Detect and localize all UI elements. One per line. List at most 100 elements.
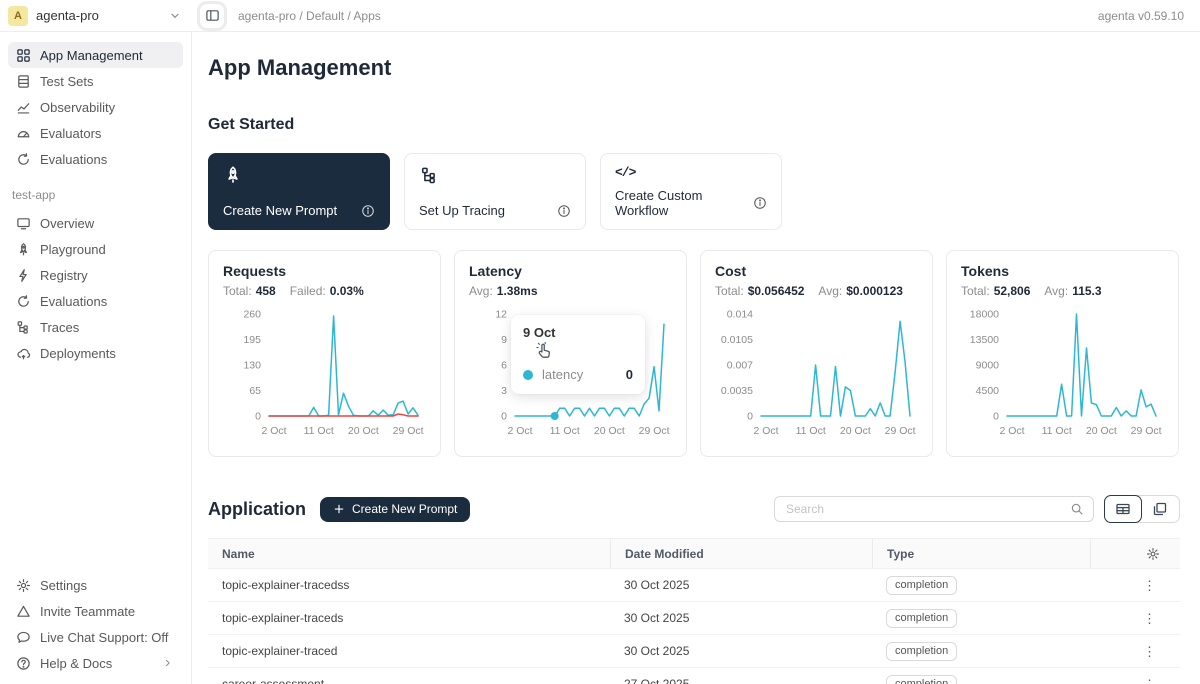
- svg-text:29 Oct: 29 Oct: [1131, 425, 1162, 437]
- sidebar-item-settings[interactable]: Settings: [8, 572, 183, 598]
- svg-text:29 Oct: 29 Oct: [885, 425, 916, 437]
- view-toggle: [1104, 495, 1180, 523]
- requests-chart-card: Requests Total:458 Failed:0.03% 26019513…: [208, 250, 441, 457]
- cost-line-chart[interactable]: 0.0140.01050.0070.003502 Oct11 Oct20 Oct…: [715, 304, 918, 446]
- table-view-icon: [1115, 501, 1131, 517]
- cycle-icon: [16, 152, 31, 167]
- sidebar-item-evaluators[interactable]: Evaluators: [8, 120, 183, 146]
- sidebar-item-live-chat-support[interactable]: Live Chat Support: Off: [8, 624, 183, 650]
- stat-failed: Failed:0.03%: [290, 284, 364, 298]
- sidebar-item-test-sets[interactable]: Test Sets: [8, 68, 183, 94]
- app-name[interactable]: topic-explainer-traceds: [208, 611, 610, 625]
- tokens-chart-card: Tokens Total:52,806 Avg:115.3 1800013500…: [946, 250, 1179, 457]
- sidebar-item-label: Evaluators: [40, 126, 101, 141]
- svg-text:2 Oct: 2 Oct: [261, 425, 286, 437]
- chart-tooltip: 9 Oct latency 0: [511, 315, 645, 394]
- sidebar-item-help-docs[interactable]: Help & Docs: [8, 650, 183, 676]
- column-header-date-modified[interactable]: Date Modified: [610, 539, 872, 568]
- application-title: Application: [208, 499, 306, 520]
- sidebar-item-label: Settings: [40, 578, 87, 593]
- create-custom-workflow-card[interactable]: </> Create Custom Workflow: [600, 153, 782, 230]
- tokens-line-chart[interactable]: 18000135009000450002 Oct11 Oct20 Oct29 O…: [961, 304, 1164, 446]
- info-icon[interactable]: [753, 196, 767, 210]
- svg-text:11 Oct: 11 Oct: [1042, 425, 1072, 437]
- tooltip-date: 9 Oct: [523, 325, 633, 340]
- svg-text:0: 0: [501, 411, 507, 423]
- svg-text:11 Oct: 11 Oct: [796, 425, 826, 437]
- sidebar-item-playground[interactable]: Playground: [8, 236, 183, 262]
- sidebar-item-observability[interactable]: Observability: [8, 94, 183, 120]
- svg-text:20 Oct: 20 Oct: [1086, 425, 1117, 437]
- sidebar-item-label: Registry: [40, 268, 88, 283]
- type-badge: completion: [886, 675, 957, 684]
- svg-text:20 Oct: 20 Oct: [594, 425, 625, 437]
- gear-icon[interactable]: [1146, 547, 1160, 561]
- get-started-title: Get Started: [208, 116, 1180, 134]
- tree-icon: [16, 320, 31, 335]
- column-header-name[interactable]: Name: [208, 547, 610, 561]
- sidebar-item-invite-teammate[interactable]: Invite Teammate: [8, 598, 183, 624]
- requests-line-chart[interactable]: 2601951306502 Oct11 Oct20 Oct29 Oct: [223, 304, 426, 446]
- chat-icon: [16, 630, 31, 645]
- workspace-switcher[interactable]: A agenta-pro: [0, 6, 192, 26]
- search-input[interactable]: [784, 501, 1070, 517]
- stat-total: Total:$0.056452: [715, 284, 804, 298]
- application-header: Application Create New Prompt: [208, 495, 1180, 523]
- app-date: 27 Oct 2025: [610, 677, 872, 684]
- sidebar-item-app-evaluations[interactable]: Evaluations: [8, 288, 183, 314]
- series-dot: [523, 370, 533, 380]
- chevron-down-icon: [168, 9, 182, 23]
- gauge-icon: [16, 126, 31, 141]
- row-menu-button[interactable]: ⋮: [1139, 643, 1160, 660]
- sidebar-collapse-button[interactable]: [200, 4, 224, 28]
- svg-text:195: 195: [243, 334, 261, 346]
- table-row[interactable]: topic-explainer-traced 30 Oct 2025 compl…: [208, 635, 1180, 668]
- row-menu-button[interactable]: ⋮: [1139, 577, 1160, 594]
- app-date: 30 Oct 2025: [610, 578, 872, 592]
- table-row[interactable]: career-assessment 27 Oct 2025 completion…: [208, 668, 1180, 684]
- metrics-cards: Requests Total:458 Failed:0.03% 26019513…: [208, 250, 1180, 457]
- svg-text:18000: 18000: [970, 309, 999, 321]
- app-name[interactable]: topic-explainer-tracedss: [208, 578, 610, 592]
- sidebar-item-evaluations[interactable]: Evaluations: [8, 146, 183, 172]
- app-date: 30 Oct 2025: [610, 611, 872, 625]
- card-view-button[interactable]: [1141, 496, 1179, 522]
- search-icon[interactable]: [1070, 502, 1084, 516]
- info-icon[interactable]: [361, 204, 375, 218]
- triangle-icon: [16, 604, 31, 619]
- code-icon: </>: [615, 165, 635, 185]
- row-menu-button[interactable]: ⋮: [1139, 610, 1160, 627]
- sidebar-item-app-management[interactable]: App Management: [8, 42, 183, 68]
- sidebar-item-deployments[interactable]: Deployments: [8, 340, 183, 366]
- rocket-icon: [223, 165, 243, 185]
- sidebar-item-label: Traces: [40, 320, 79, 335]
- sidebar-item-traces[interactable]: Traces: [8, 314, 183, 340]
- row-menu-button[interactable]: ⋮: [1139, 676, 1160, 684]
- test-sets-icon: [16, 74, 31, 89]
- create-new-prompt-card[interactable]: Create New Prompt: [208, 153, 390, 230]
- info-icon[interactable]: [557, 204, 571, 218]
- sidebar-item-overview[interactable]: Overview: [8, 210, 183, 236]
- plus-icon: [333, 503, 345, 515]
- set-up-tracing-card[interactable]: Set Up Tracing: [404, 153, 586, 230]
- workspace-name: agenta-pro: [36, 8, 168, 23]
- svg-text:9000: 9000: [976, 360, 1000, 372]
- svg-text:9: 9: [501, 334, 507, 346]
- column-header-type[interactable]: Type: [872, 539, 1090, 568]
- sidebar-item-label: Deployments: [40, 346, 116, 361]
- table-row[interactable]: topic-explainer-tracedss 30 Oct 2025 com…: [208, 569, 1180, 602]
- svg-text:0.0105: 0.0105: [721, 334, 753, 346]
- table-row[interactable]: topic-explainer-traceds 30 Oct 2025 comp…: [208, 602, 1180, 635]
- chart-title: Tokens: [961, 263, 1164, 279]
- chart-title: Requests: [223, 263, 426, 279]
- create-new-prompt-button[interactable]: Create New Prompt: [320, 497, 470, 522]
- app-name[interactable]: career-assessment: [208, 677, 610, 684]
- svg-text:4500: 4500: [976, 385, 1000, 397]
- table-view-button[interactable]: [1104, 495, 1142, 523]
- breadcrumb[interactable]: agenta-pro / Default / Apps: [238, 9, 381, 23]
- chart-title: Cost: [715, 263, 918, 279]
- stat-total: Total:52,806: [961, 284, 1030, 298]
- app-name[interactable]: topic-explainer-traced: [208, 644, 610, 658]
- sidebar-item-registry[interactable]: Registry: [8, 262, 183, 288]
- type-badge: completion: [886, 609, 957, 628]
